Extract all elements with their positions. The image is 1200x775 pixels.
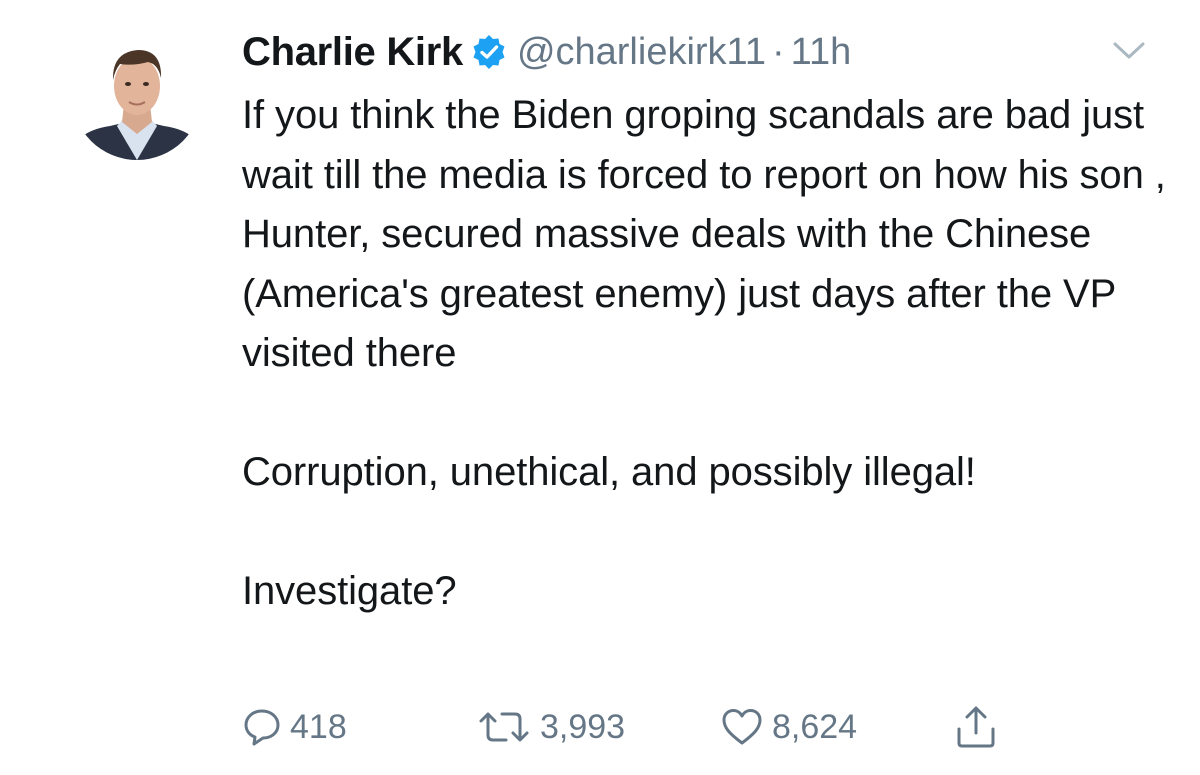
tweet-paragraph: Corruption, unethical, and possibly ille…: [242, 450, 976, 494]
tweet-header: Charlie Kirk @charliekirk11 · 11h: [242, 27, 851, 77]
tweet-paragraph: Investigate?: [242, 569, 457, 613]
share-button[interactable]: [954, 702, 998, 752]
separator-dot: ·: [772, 30, 785, 73]
retweet-button[interactable]: 3,993: [476, 702, 625, 752]
tweet[interactable]: Charlie Kirk @charliekirk11 · 11h If you…: [0, 0, 1200, 775]
like-button[interactable]: 8,624: [720, 702, 857, 752]
retweet-count: 3,993: [540, 707, 626, 746]
tweet-paragraph: If you think the Biden groping scandals …: [242, 93, 1166, 375]
avatar[interactable]: [72, 30, 202, 160]
tweet-timestamp[interactable]: 11h: [791, 31, 852, 74]
verified-badge-icon: [471, 34, 507, 70]
retweet-icon: [476, 707, 532, 747]
reply-icon: [242, 707, 282, 747]
chevron-down-icon[interactable]: [1112, 40, 1146, 62]
tweet-actions: 418 3,993 8,624: [242, 702, 1022, 752]
user-handle[interactable]: @charliekirk11: [517, 31, 766, 74]
reply-button[interactable]: 418: [242, 702, 347, 752]
like-count: 8,624: [772, 707, 858, 746]
heart-icon: [720, 707, 764, 747]
share-icon: [954, 705, 998, 749]
reply-count: 418: [290, 707, 347, 746]
display-name[interactable]: Charlie Kirk: [242, 30, 463, 75]
tweet-text: If you think the Biden groping scandals …: [242, 86, 1172, 622]
